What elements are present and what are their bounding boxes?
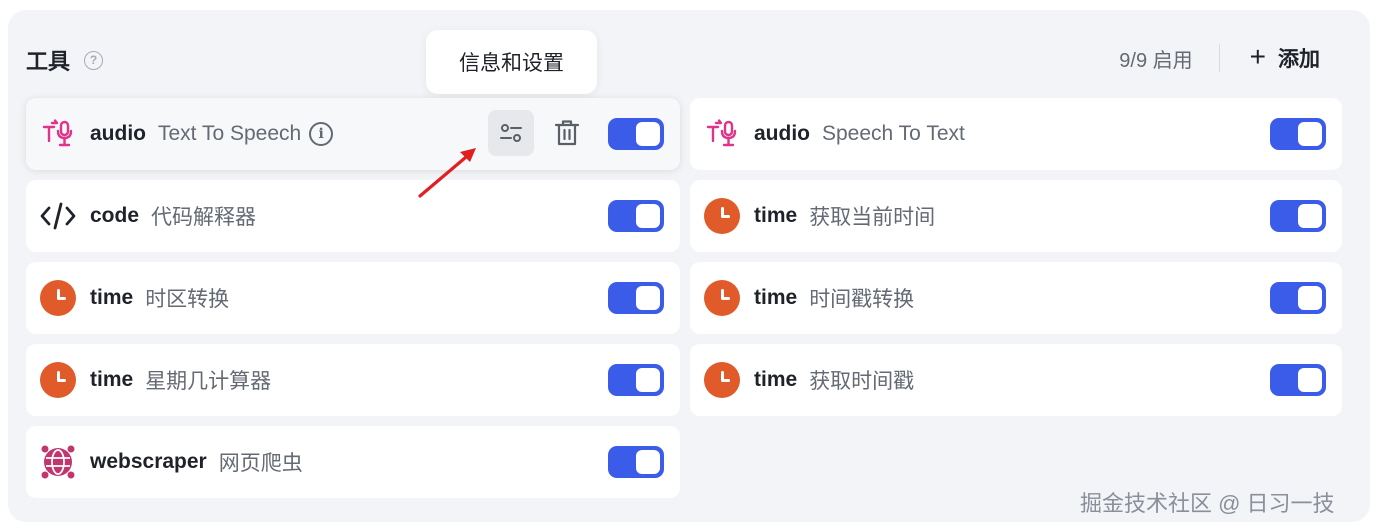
clock-icon bbox=[40, 362, 76, 398]
tool-desc: 网页爬虫 bbox=[218, 452, 303, 475]
delete-button[interactable] bbox=[544, 110, 590, 156]
tool-name: audio bbox=[90, 122, 146, 145]
toggle-knob bbox=[1298, 286, 1322, 310]
info-icon[interactable]: i bbox=[309, 122, 334, 146]
tool-desc: Speech To Text bbox=[822, 122, 965, 145]
tool-desc: 代码解释器 bbox=[151, 206, 257, 229]
toggle-knob bbox=[636, 368, 660, 392]
tool-card-speech-to-text[interactable]: audio Speech To Text bbox=[690, 98, 1342, 170]
tool-desc: 获取当前时间 bbox=[809, 206, 936, 229]
tool-name: time bbox=[90, 368, 134, 391]
tool-name: time bbox=[754, 368, 798, 391]
enable-toggle[interactable] bbox=[608, 446, 664, 478]
code-icon bbox=[40, 198, 76, 234]
toggle-knob bbox=[636, 450, 660, 474]
enable-toggle[interactable] bbox=[1270, 282, 1326, 314]
tool-name: code bbox=[90, 204, 140, 227]
tool-name: audio bbox=[754, 122, 810, 145]
page-title: 工具 bbox=[26, 49, 71, 74]
tool-desc: 时区转换 bbox=[145, 288, 230, 311]
add-button[interactable]: + 添加 bbox=[1249, 40, 1320, 73]
header-actions: 9/9 启用 + 添加 bbox=[1119, 40, 1320, 73]
tool-card-code[interactable]: code 代码解释器 bbox=[26, 180, 680, 252]
settings-sliders-icon bbox=[500, 124, 522, 142]
tool-card-webscraper[interactable]: webscraper 网页爬虫 bbox=[26, 426, 680, 498]
toggle-knob bbox=[636, 204, 660, 228]
section-header: 工具 ? bbox=[26, 44, 104, 76]
enable-toggle[interactable] bbox=[608, 118, 664, 150]
enable-toggle[interactable] bbox=[1270, 118, 1326, 150]
enable-toggle[interactable] bbox=[608, 200, 664, 232]
tool-name: time bbox=[90, 286, 134, 309]
plus-icon: + bbox=[1249, 40, 1266, 72]
tool-desc: 星期几计算器 bbox=[145, 370, 272, 393]
tool-desc: Text To Speech bbox=[158, 122, 302, 145]
tool-desc: 获取时间戳 bbox=[809, 370, 915, 393]
watermark: 掘金技术社区 @ 日习一技 bbox=[1080, 491, 1335, 516]
annotation-arrow bbox=[418, 148, 476, 198]
enable-toggle[interactable] bbox=[1270, 364, 1326, 396]
clock-icon bbox=[704, 280, 740, 316]
tool-card-time-timezone[interactable]: time 时区转换 bbox=[26, 262, 680, 334]
tool-desc: 时间戳转换 bbox=[809, 288, 915, 311]
toggle-knob bbox=[1298, 122, 1322, 146]
enabled-count: 9/9 启用 bbox=[1119, 49, 1193, 72]
tooltip-text: 信息和设置 bbox=[459, 52, 564, 75]
webscraper-icon bbox=[40, 444, 76, 480]
enable-toggle[interactable] bbox=[608, 364, 664, 396]
tool-name: webscraper bbox=[90, 450, 207, 473]
enable-toggle[interactable] bbox=[1270, 200, 1326, 232]
add-button-label: 添加 bbox=[1278, 48, 1320, 71]
tool-card-text-to-speech[interactable]: audio Text To Speech i bbox=[26, 98, 680, 170]
tool-card-time-current[interactable]: time 获取当前时间 bbox=[690, 180, 1342, 252]
clock-icon bbox=[704, 198, 740, 234]
enable-toggle[interactable] bbox=[608, 282, 664, 314]
toggle-knob bbox=[636, 286, 660, 310]
toggle-knob bbox=[1298, 204, 1322, 228]
tool-card-time-timestamp-convert[interactable]: time 时间戳转换 bbox=[690, 262, 1342, 334]
tool-name: time bbox=[754, 204, 798, 227]
toggle-knob bbox=[1298, 368, 1322, 392]
clock-icon bbox=[40, 280, 76, 316]
tool-name: time bbox=[754, 286, 798, 309]
settings-button[interactable] bbox=[488, 110, 534, 156]
text-to-speech-icon bbox=[40, 116, 76, 152]
tool-card-time-get-timestamp[interactable]: time 获取时间戳 bbox=[690, 344, 1342, 416]
speech-to-text-icon bbox=[704, 116, 740, 152]
divider bbox=[1218, 44, 1220, 72]
clock-icon bbox=[704, 362, 740, 398]
trash-icon bbox=[554, 120, 580, 146]
help-icon[interactable]: ? bbox=[84, 50, 104, 70]
tool-card-time-weekday[interactable]: time 星期几计算器 bbox=[26, 344, 680, 416]
toggle-knob bbox=[636, 122, 660, 146]
tooltip: 信息和设置 bbox=[426, 30, 597, 94]
